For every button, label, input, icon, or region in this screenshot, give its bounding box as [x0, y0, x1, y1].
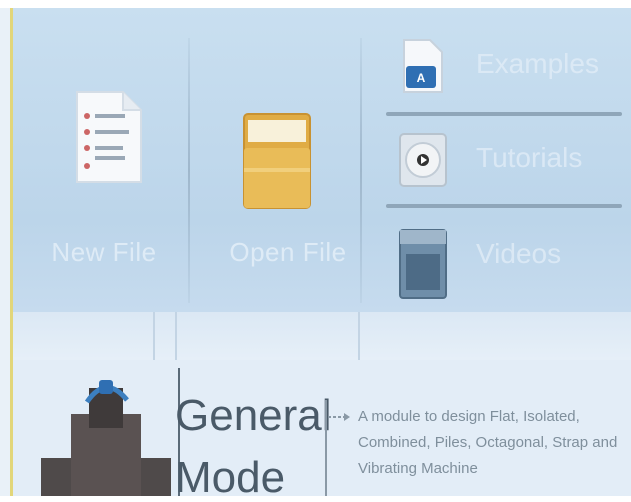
mode-description: A module to design Flat, Isolated, Combi… [358, 408, 618, 477]
examples-label: Examples [476, 48, 599, 79]
example-document-icon: A [403, 39, 443, 93]
ribbon-bottom-band [13, 312, 631, 360]
arrow-right-icon [328, 413, 350, 421]
videos-label: Videos [476, 238, 562, 269]
band-separator [175, 312, 177, 360]
tutorials-label: Tutorials [476, 142, 583, 173]
tutorials-button[interactable]: Tutorials [398, 126, 628, 190]
title-divider [325, 400, 327, 496]
item-separator [386, 204, 622, 208]
document-icon [76, 91, 142, 183]
folder-icon [243, 113, 311, 209]
media-disc-icon [399, 133, 447, 187]
new-file-label: New File [51, 237, 157, 267]
app-window: New File Open File A Examples Tutorials … [0, 0, 631, 502]
band-separator [153, 312, 155, 360]
band-separator [358, 312, 360, 360]
examples-button[interactable]: A Examples [398, 32, 628, 96]
video-icon [399, 229, 447, 299]
mode-title-line2: Mode [175, 453, 286, 502]
building-icon [41, 380, 171, 496]
videos-button[interactable]: Videos [398, 222, 628, 299]
svg-text:A: A [417, 71, 426, 85]
new-file-button[interactable]: New File [29, 48, 179, 288]
open-file-button[interactable]: Open File [213, 48, 363, 288]
open-file-label: Open File [229, 237, 347, 267]
item-separator [386, 112, 622, 116]
group-separator [188, 38, 190, 303]
mode-title: General [175, 391, 332, 440]
group-separator [360, 38, 362, 303]
